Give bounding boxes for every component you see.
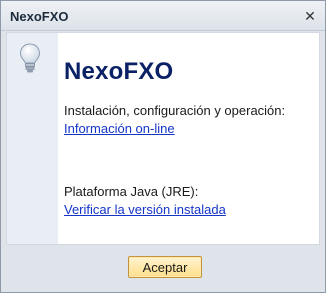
accept-button[interactable]: Aceptar [128,256,202,278]
about-dialog: NexoFXO ✕ NexoFXO Instalación, configura… [0,0,326,293]
online-info-link[interactable]: Información on-line [64,121,175,136]
dialog-footer: Aceptar [1,246,325,292]
install-label: Instalación, configuración y operación: [64,103,286,118]
app-name-heading: NexoFXO [64,58,174,85]
dialog-content: NexoFXO Instalación, configuración y ope… [6,32,320,245]
java-platform-label: Plataforma Java (JRE): [64,184,199,199]
close-icon[interactable]: ✕ [301,7,319,25]
title-bar: NexoFXO ✕ [1,1,325,31]
window-title: NexoFXO [10,9,69,24]
info-panel: NexoFXO Instalación, configuración y ope… [58,33,319,244]
lightbulb-icon [19,43,41,75]
verify-version-link[interactable]: Verificar la versión instalada [64,202,226,217]
